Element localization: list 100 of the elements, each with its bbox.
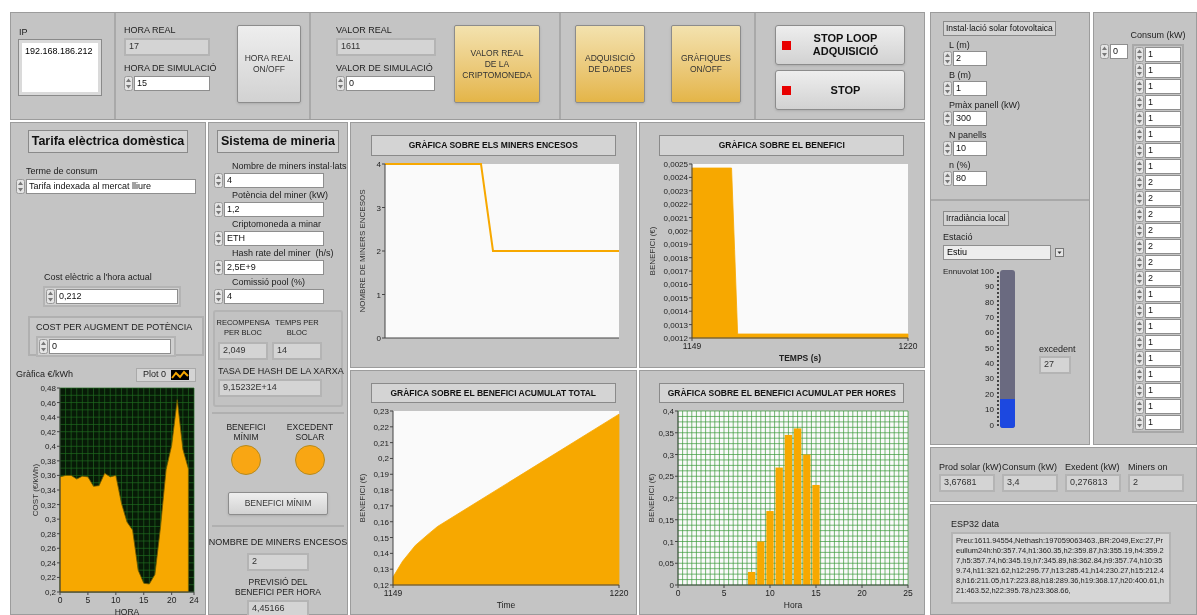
number-field[interactable]: 1 [1145,95,1181,110]
tick-label: 0,21 [373,438,390,448]
number-field[interactable]: 300 [953,110,987,126]
spinner-icon[interactable] [1135,47,1144,62]
spinner-icon[interactable] [1135,383,1144,398]
number-field[interactable]: 1 [1145,335,1181,350]
number-field[interactable]: ETH [224,230,324,246]
number-field[interactable]: Tarifa indexada al mercat lliure [26,178,196,194]
number-field[interactable]: 80 [953,170,987,186]
spinner-icon[interactable] [943,140,952,156]
number-field[interactable]: 1 [1145,383,1181,398]
number-field[interactable]: 1 [1145,287,1181,302]
spinner-icon[interactable] [1135,239,1144,254]
number-field[interactable]: 2 [1145,271,1181,286]
benefici-button[interactable]: BENEFICI MÍNIM [228,491,328,515]
number-field[interactable]: 2 [953,50,987,66]
number-field[interactable]: 2 [1145,239,1181,254]
spinner-icon[interactable] [16,178,25,194]
number-field[interactable]: 1 [1145,415,1181,430]
spinner-icon[interactable] [1135,287,1144,302]
number-field[interactable]: 10 [953,140,987,156]
toggle-button[interactable]: VALOR REAL DE LA CRIPTOMONEDA [454,25,540,103]
spinner-icon[interactable] [1135,159,1144,174]
spinner-icon[interactable] [214,288,223,304]
spinner-icon[interactable] [1135,63,1144,78]
number-field[interactable]: 1 [1145,159,1181,174]
number-field[interactable]: 1 [1145,351,1181,366]
spinner-icon[interactable] [943,50,952,66]
toggle-button[interactable]: ADQUISICIÓ DE DADES [575,25,645,103]
number-field[interactable]: 15 [134,76,210,91]
ip-listbox[interactable]: 192.168.186.212 [19,40,101,95]
number-field[interactable]: 1 [1145,63,1181,78]
field-label: Terme de consum [26,165,98,177]
toggle-button[interactable]: HORA REAL ON/OFF [237,25,301,103]
tick-label: 0,44 [40,412,56,422]
number-field[interactable]: 0 [346,76,435,91]
number-field[interactable]: 1 [1145,303,1181,318]
spinner-icon[interactable] [1135,143,1144,158]
spinner-icon[interactable] [1135,127,1144,142]
number-field[interactable]: 1 [1145,143,1181,158]
number-field[interactable]: 1 [1145,127,1181,142]
spinner-icon[interactable] [39,338,48,354]
number-field[interactable]: 1 [1145,111,1181,126]
dropdown-field[interactable]: Estiu [943,244,1051,260]
number-field[interactable]: 0,212 [56,288,178,304]
number-field[interactable]: 1 [1145,47,1181,62]
spinner-icon[interactable] [1135,415,1144,430]
spinner-icon[interactable] [1135,335,1144,350]
number-field[interactable]: 1 [1145,399,1181,414]
spinner-icon[interactable] [1135,367,1144,382]
number-field[interactable]: 1 [1145,367,1181,382]
spinner-icon[interactable] [1135,399,1144,414]
tick-label: 2 [376,246,382,256]
number-field[interactable]: 0 [49,338,171,354]
spinner-icon[interactable] [1135,79,1144,94]
number-field[interactable]: 0 [1110,44,1128,59]
number-field[interactable]: 2,5E+9 [224,259,324,275]
number-field[interactable]: 1 [953,80,987,96]
spinner-icon[interactable] [1135,111,1144,126]
spinner-icon[interactable] [336,76,345,91]
toggle-button[interactable]: GRÀFIQUES ON/OFF [671,25,741,103]
spinner-icon[interactable] [1135,351,1144,366]
value-display: 2,049 [218,341,268,360]
spinner-icon[interactable] [124,76,133,91]
spinner-icon[interactable] [46,288,55,304]
spinner-icon[interactable] [1135,207,1144,222]
number-field[interactable]: 2 [1145,191,1181,206]
value-display: 2 [247,552,309,571]
number-field[interactable]: 2 [1145,207,1181,222]
spinner-icon[interactable] [943,110,952,126]
number-field[interactable]: 2 [1145,255,1181,270]
spinner-icon[interactable] [943,80,952,96]
number-field[interactable]: 2 [1145,223,1181,238]
spinner-icon[interactable] [1135,175,1144,190]
spinner-icon[interactable] [1135,319,1144,334]
spinner-icon[interactable] [214,201,223,217]
spinner-icon[interactable] [1135,271,1144,286]
stop-button[interactable]: STOP [775,70,905,110]
number-field[interactable]: 2 [1145,175,1181,190]
spinner-icon[interactable] [1135,191,1144,206]
number-field[interactable]: 1 [1145,319,1181,334]
number-field[interactable]: 4 [224,172,324,188]
spinner-icon[interactable] [214,172,223,188]
spinner-icon[interactable] [1135,95,1144,110]
spinner-icon[interactable] [1100,44,1109,59]
spinner-icon[interactable] [943,170,952,186]
spinner-icon[interactable] [214,259,223,275]
spinner-icon[interactable] [214,230,223,246]
value-display: 14 [272,341,322,360]
dropdown-icon[interactable] [1055,247,1064,257]
stop-button[interactable]: STOP LOOP ADQUISICIÓ [775,25,905,65]
axis-title: Time [496,600,516,611]
legend-label: Plot 0 [143,368,166,381]
spinner-icon[interactable] [1135,303,1144,318]
number-field[interactable]: 1,2 [224,201,324,217]
number-field[interactable]: 4 [224,288,324,304]
spinner-icon[interactable] [1135,255,1144,270]
spinner-icon[interactable] [1135,223,1144,238]
number-field[interactable]: 1 [1145,79,1181,94]
value-display: 2 [1128,474,1184,492]
